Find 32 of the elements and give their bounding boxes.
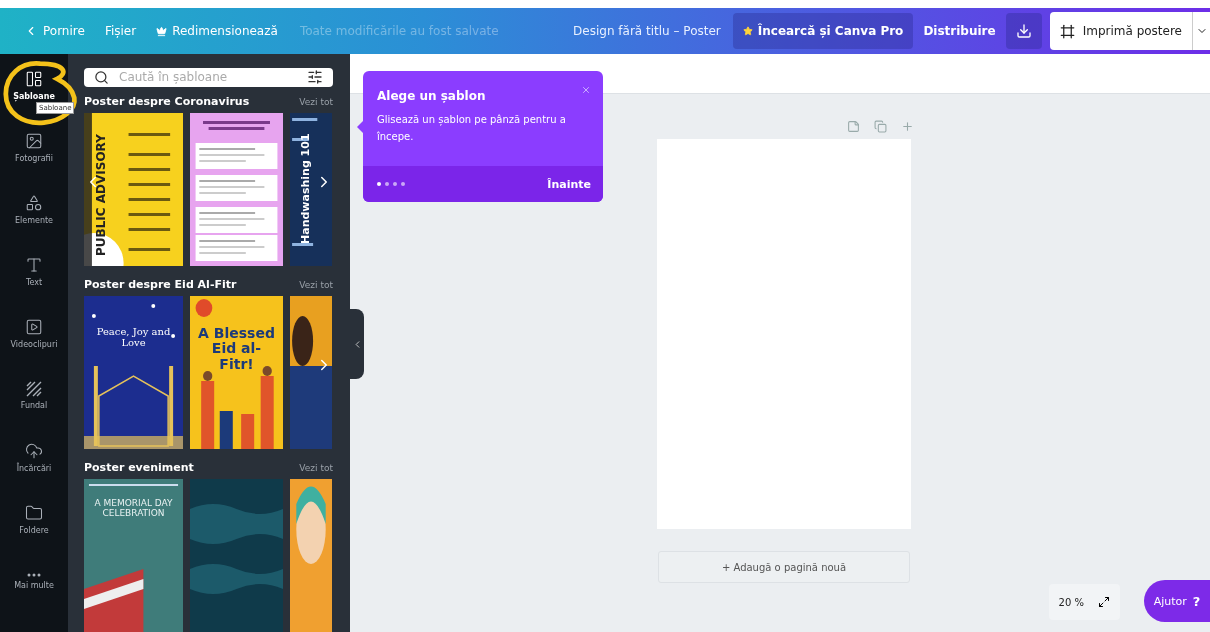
sidebar-item[interactable]: Elemente [0,178,68,240]
poster-headline: A MEMORIAL DAY CELEBRATION [93,499,174,519]
section-title: Poster eveniment [84,461,194,475]
sidebar-item[interactable]: Încărcări [0,426,68,488]
add-page-button[interactable]: + Adaugă o pagină nouă [658,551,910,583]
search-input[interactable]: Caută în șabloane [117,68,299,87]
popover-title: Alege un șablon [377,89,486,103]
section-title: Poster despre Eid Al-Fitr [84,278,237,292]
poster-headline: PUBLIC ADVISORY [94,133,108,256]
help-button[interactable]: Ajutor ? [1144,580,1210,622]
next-button[interactable]: Înainte [547,177,591,191]
sidebar-item[interactable]: Fundal [0,364,68,426]
sidebar-item[interactable]: Text [0,240,68,302]
sidebar-item[interactable]: Videoclipuri [0,302,68,364]
print-button[interactable]: Imprimă postere [1049,12,1192,50]
try-pro-button[interactable]: Încearcă și Canva Pro [732,13,914,49]
save-status: Toate modificările au fost salvate [299,24,499,38]
see-all-link[interactable]: Vezi tot [299,96,333,107]
popover-text: Glisează un șablon pe pânză pentru a începe. [376,113,567,144]
poster-headline: Handwashing 101 [299,133,312,244]
poster-headline: Peace, Joy and Love [95,325,172,348]
share-button[interactable]: Distribuire [913,13,1006,49]
zoom-level[interactable]: 20 % [1058,596,1084,608]
see-all-link[interactable]: Vezi tot [299,462,333,473]
sidebar-item[interactable]: Foldere [0,488,68,550]
search-field[interactable]: Caută în șabloane [84,68,333,87]
sidebar-item[interactable]: Fotografii [0,116,68,178]
design-title[interactable]: Design fără titlu – Poster [573,24,721,38]
sidebar-item[interactable]: Mai multe [0,550,68,612]
poster-headline: A Blessed Eid al-Fitr! [197,325,276,372]
see-all-link[interactable]: Vezi tot [299,279,333,290]
section-title: Poster despre Coronavirus [84,95,250,109]
